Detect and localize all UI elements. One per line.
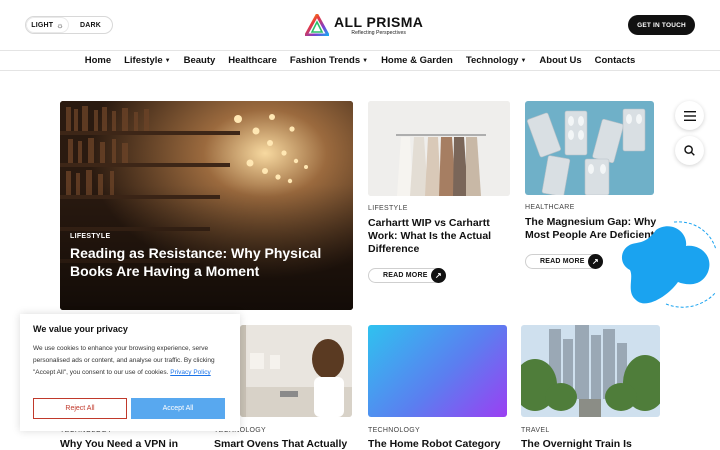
theme-dark-label: DARK bbox=[79, 21, 102, 29]
clothes-rack-image bbox=[368, 101, 510, 196]
nav-label: Technology bbox=[465, 55, 519, 66]
nav-item-healthcare[interactable]: Healthcare bbox=[222, 55, 284, 66]
nav-item-home-garden[interactable]: Home & Garden bbox=[375, 55, 460, 66]
privacy-policy-link[interactable]: Privacy Policy bbox=[170, 369, 210, 376]
nav-label: Lifestyle bbox=[124, 55, 163, 66]
kitchen-image bbox=[240, 325, 352, 417]
nav-item-technology[interactable]: Technology ▼ bbox=[459, 55, 533, 66]
theme-light-label: LIGHT bbox=[31, 21, 54, 29]
card-image-pills[interactable] bbox=[525, 101, 654, 195]
featured-article[interactable]: LIFESTYLE Reading as Resistance: Why Phy… bbox=[60, 101, 353, 310]
menu-icon bbox=[683, 110, 696, 121]
featured-category[interactable]: LIFESTYLE bbox=[70, 233, 110, 240]
get-in-touch-button[interactable]: GET IN TOUCH bbox=[628, 15, 695, 35]
nav-label: Beauty bbox=[183, 55, 216, 66]
nav-label: Home & Garden bbox=[381, 55, 453, 66]
arrow-up-right-icon: ↗ bbox=[588, 254, 603, 269]
card-image-clothes[interactable] bbox=[368, 101, 510, 196]
nav-item-lifestyle[interactable]: Lifestyle ▼ bbox=[118, 55, 178, 66]
chevron-down-icon: ▼ bbox=[362, 57, 369, 64]
cookie-text: We use cookies to enhance your browsing … bbox=[33, 343, 227, 379]
read-more-label: READ MORE bbox=[540, 258, 585, 265]
read-more-label: READ MORE bbox=[383, 272, 428, 279]
nav-item-contacts[interactable]: Contacts bbox=[588, 55, 642, 66]
nav-label: Healthcare bbox=[228, 55, 277, 66]
read-more-button[interactable]: READ MORE ↗ bbox=[525, 254, 603, 269]
city-image bbox=[521, 325, 660, 417]
nav-label: Contacts bbox=[594, 55, 636, 66]
search-icon bbox=[684, 145, 695, 156]
card-title[interactable]: Smart Ovens That Actually bbox=[214, 438, 364, 450]
search-button[interactable] bbox=[675, 136, 704, 165]
nav-item-about-us[interactable]: About Us bbox=[533, 55, 588, 66]
site-logo[interactable]: ALL PRISMA Reflecting Perspectives bbox=[305, 14, 423, 36]
accept-all-button[interactable]: Accept All bbox=[131, 398, 225, 419]
nav-label: Fashion Trends bbox=[289, 55, 361, 66]
card-title[interactable]: Carhartt WIP vs Carhartt Work: What Is t… bbox=[368, 217, 508, 256]
card-category[interactable]: TRAVEL bbox=[521, 427, 550, 434]
nav-item-home[interactable]: Home bbox=[78, 55, 117, 66]
nav-item-beauty[interactable]: Beauty bbox=[177, 55, 222, 66]
card-category[interactable]: TECHNOLOGY bbox=[368, 427, 420, 434]
pills-image bbox=[525, 101, 654, 195]
theme-toggle[interactable]: LIGHT ☼ DARK bbox=[25, 16, 113, 34]
card-image-gradient[interactable] bbox=[368, 325, 507, 417]
card-image-oven[interactable] bbox=[240, 325, 352, 417]
theme-dark-option[interactable]: DARK bbox=[69, 17, 112, 33]
logo-name: ALL PRISMA bbox=[334, 13, 424, 30]
card-category[interactable]: HEALTHCARE bbox=[525, 204, 575, 211]
cookie-consent-banner: We value your privacy We use cookies to … bbox=[20, 314, 240, 431]
card-title[interactable]: The Overnight Train Is bbox=[521, 438, 671, 450]
card-image-city[interactable] bbox=[521, 325, 660, 417]
card-category[interactable]: LIFESTYLE bbox=[368, 205, 408, 212]
card-title[interactable]: Why You Need a VPN in bbox=[60, 438, 210, 450]
nav-label: Home bbox=[84, 55, 112, 66]
nav-item-fashion-trends[interactable]: Fashion Trends ▼ bbox=[283, 55, 374, 66]
nav-label: About Us bbox=[539, 55, 582, 66]
main-nav: Home Lifestyle ▼ Beauty Healthcare Fashio… bbox=[0, 50, 720, 71]
chevron-down-icon: ▼ bbox=[520, 57, 527, 64]
featured-title[interactable]: Reading as Resistance: Why Physical Book… bbox=[70, 245, 340, 280]
chevron-down-icon: ▼ bbox=[164, 57, 171, 64]
reject-all-button[interactable]: Reject All bbox=[33, 398, 127, 419]
sun-icon: ☼ bbox=[56, 20, 64, 30]
logo-tagline: Reflecting Perspectives bbox=[351, 29, 406, 36]
read-more-button[interactable]: READ MORE ↗ bbox=[368, 268, 446, 283]
cookie-title: We value your privacy bbox=[33, 324, 128, 334]
card-title[interactable]: The Home Robot Category bbox=[368, 438, 518, 450]
menu-button[interactable] bbox=[675, 101, 704, 130]
decorative-blob-shape bbox=[621, 221, 717, 308]
theme-light-option[interactable]: LIGHT ☼ bbox=[26, 17, 69, 33]
prism-logo-icon bbox=[305, 14, 329, 36]
arrow-up-right-icon: ↗ bbox=[431, 268, 446, 283]
